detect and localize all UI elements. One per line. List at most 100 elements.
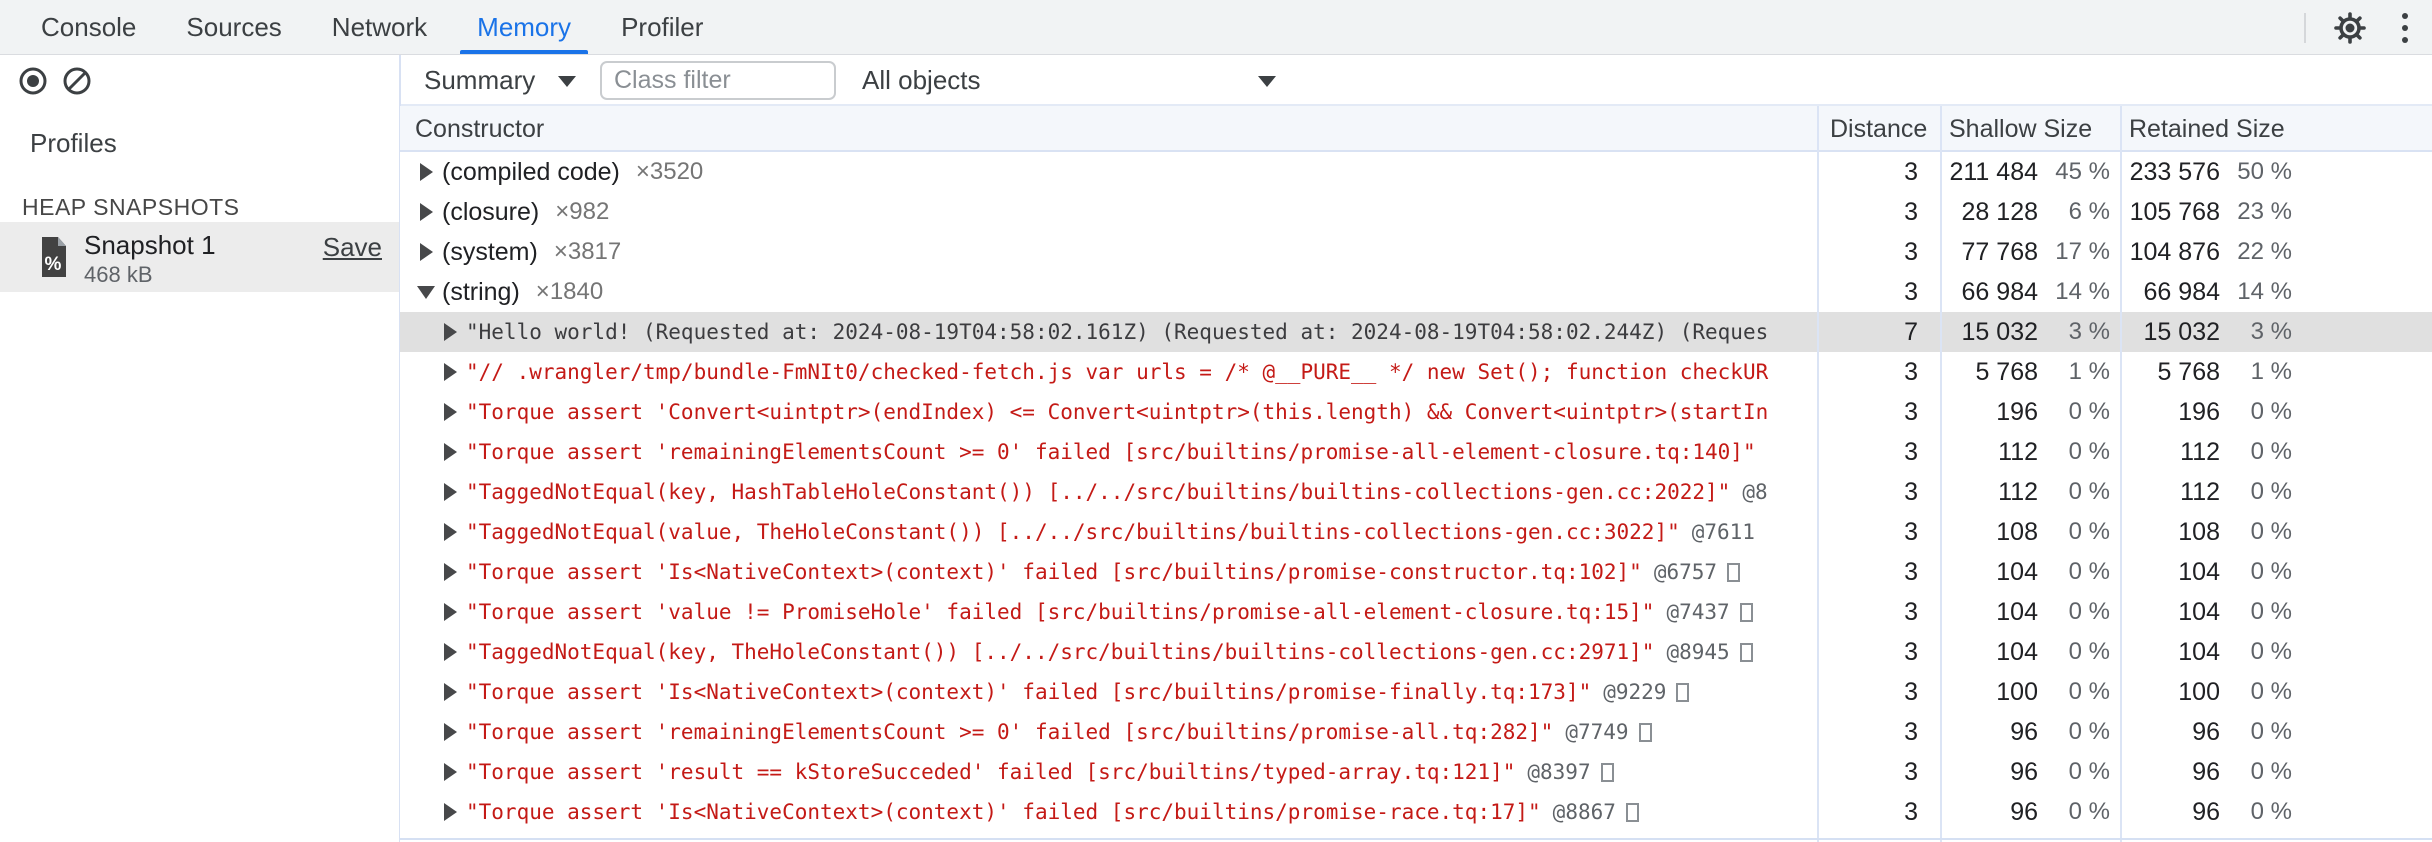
chevron-collapsed-icon[interactable] [438,803,462,821]
chevron-collapsed-icon[interactable] [414,163,438,181]
size-bytes: 96 [2192,757,2220,786]
chevron-collapsed-icon[interactable] [438,323,462,341]
grid-row-string[interactable]: "Torque assert 'Is<NativeContext>(contex… [400,792,2432,832]
size-bytes: 104 [2178,637,2220,666]
retained-size-cell: 104 0 % [2120,638,2432,667]
size-percent: 0 % [2068,678,2110,705]
grid-row-string[interactable]: "TaggedNotEqual(key, TheHoleConstant()) … [400,632,2432,672]
chevron-collapsed-icon[interactable] [438,763,462,781]
distance-cell: 3 [1904,677,1918,706]
chevron-collapsed-icon[interactable] [438,563,462,581]
grid-row-group[interactable]: (system) ×3817 3 77 768 17 % 104 876 22 % [400,232,2432,272]
three-dot-menu-icon[interactable] [2394,12,2416,43]
missing-glyph-box [1676,682,1690,702]
chevron-collapsed-icon[interactable] [414,243,438,261]
tab-memory[interactable]: Memory [452,0,596,54]
class-filter-input[interactable] [600,61,836,100]
perspective-select[interactable]: Summary [424,65,535,96]
string-value: "Torque assert 'remainingElementsCount >… [466,440,1756,464]
column-header-shallow-size[interactable]: Shallow Size [1949,115,2092,144]
size-percent: 22 % [2237,238,2292,265]
object-id: @8945 [1666,640,1730,664]
grid-row-string[interactable]: "Torque assert 'Convert<uintptr>(endInde… [400,392,2432,432]
grid-row-string[interactable]: "Torque assert 'Is<NativeContext>(contex… [400,672,2432,712]
tabbar-right-controls [2304,0,2432,55]
grid-row-string[interactable]: "TaggedNotEqual(value, TheHoleConstant()… [400,512,2432,552]
grid-row-string[interactable]: "Torque assert 'value != PromiseHole' fa… [400,592,2432,632]
grid-bottom-border [400,838,2432,840]
chevron-collapsed-icon[interactable] [438,603,462,621]
chevron-collapsed-icon[interactable] [438,683,462,701]
tab-console[interactable]: Console [16,0,161,54]
grid-row-string[interactable]: "Torque assert 'remainingElementsCount >… [400,432,2432,472]
chevron-collapsed-icon[interactable] [438,643,462,661]
gear-icon[interactable] [2332,10,2368,46]
group-label: (string) [442,277,520,306]
size-bytes: 104 [1996,597,2038,626]
chevron-down-icon[interactable] [1258,76,1276,87]
column-header-distance[interactable]: Distance [1830,115,1927,144]
distance-cell: 3 [1904,197,1918,226]
instance-count: ×982 [555,198,610,225]
objects-scope-select[interactable]: All objects [862,65,981,96]
chevron-collapsed-icon[interactable] [438,523,462,541]
memory-toolbar: Summary All objects [0,55,2432,106]
grid-row-string[interactable]: "Torque assert 'Is<NativeContext>(contex… [400,552,2432,592]
instance-count: ×3817 [553,238,622,265]
missing-glyph-box [1739,602,1753,622]
chevron-collapsed-icon[interactable] [438,443,462,461]
string-value: "TaggedNotEqual(value, TheHoleConstant()… [466,520,1680,544]
record-heap-snapshot-icon[interactable] [16,64,50,98]
grid-row-string[interactable]: "TaggedNotEqual(key, HashTableHoleConsta… [400,472,2432,512]
tab-profiler[interactable]: Profiler [596,0,728,54]
column-header-constructor[interactable]: Constructor [415,115,544,144]
retained-size-cell: 15 032 3 % [2120,318,2432,347]
size-bytes: 108 [1996,517,2038,546]
constructor-cell: "Hello world! (Requested at: 2024-08-19T… [400,320,1817,344]
grid-row-string[interactable]: "Torque assert 'result == kStoreSucceded… [400,752,2432,792]
size-bytes: 96 [2010,717,2038,746]
constructor-cell: "Torque assert 'Is<NativeContext>(contex… [400,680,1817,704]
object-id: @8397 [1527,760,1591,784]
grid-row-group[interactable]: (compiled code) ×3520 3 211 484 45 % 233 576 5… [400,152,2432,192]
heap-snapshot-grid: Constructor Distance Shallow Size Retain… [400,106,2432,842]
grid-row-string[interactable]: "// .wrangler/tmp/bundle-FmNIt0/checked-… [400,352,2432,392]
distance-cell: 3 [1904,717,1918,746]
chevron-collapsed-icon[interactable] [438,483,462,501]
size-bytes: 233 576 [2129,157,2220,186]
size-percent: 0 % [2068,758,2110,785]
grid-row-group[interactable]: (closure) ×982 3 28 128 6 % 105 768 23 % [400,192,2432,232]
chevron-expanded-icon[interactable] [414,285,438,299]
sidebar-item-snapshot-1[interactable]: % Snapshot 1 468 kB Save [0,222,400,292]
snapshot-size: 468 kB [84,262,153,287]
chevron-collapsed-icon[interactable] [438,723,462,741]
distance-cell: 3 [1904,437,1918,466]
constructor-cell: "// .wrangler/tmp/bundle-FmNIt0/checked-… [400,360,1817,384]
save-snapshot-link[interactable]: Save [323,232,382,263]
grid-toolbar: Summary All objects [400,55,2432,106]
missing-glyph-box [1625,802,1639,822]
size-percent: 3 % [2068,318,2110,345]
heap-snapshot-file-icon: % [38,235,70,284]
grid-row-group[interactable]: (string) ×1840 3 66 984 14 % 66 984 14 % [400,272,2432,312]
size-bytes: 104 [2178,597,2220,626]
group-label: (system) [442,237,538,266]
size-percent: 0 % [2250,398,2292,425]
object-id: @8 [1742,480,1768,504]
column-header-retained-size[interactable]: Retained Size [2129,115,2285,144]
chevron-collapsed-icon[interactable] [438,363,462,381]
column-divider [2120,106,2122,842]
chevron-down-icon[interactable] [558,76,576,87]
string-value: "// .wrangler/tmp/bundle-FmNIt0/checked-… [466,360,1769,384]
constructor-cell: "Torque assert 'Convert<uintptr>(endInde… [400,400,1817,424]
chevron-collapsed-icon[interactable] [438,403,462,421]
tab-network[interactable]: Network [307,0,452,54]
grid-row-string[interactable]: "Torque assert 'remainingElementsCount >… [400,712,2432,752]
tab-sources[interactable]: Sources [161,0,306,54]
missing-glyph-box [1727,562,1741,582]
object-id: @6757 [1653,560,1718,584]
clear-profiles-icon[interactable] [60,64,94,98]
size-bytes: 66 984 [1961,277,2038,306]
grid-row-string[interactable]: "Hello world! (Requested at: 2024-08-19T… [400,312,2432,352]
chevron-collapsed-icon[interactable] [414,203,438,221]
